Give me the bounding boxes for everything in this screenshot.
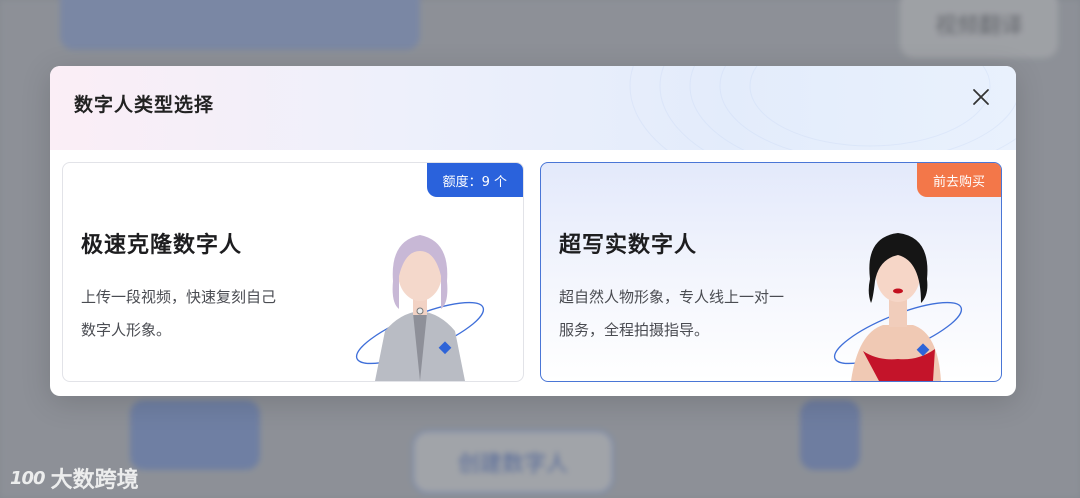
dark-haired-avatar-image <box>833 233 963 381</box>
quota-badge: 额度：9 个 <box>426 163 523 197</box>
logo-text: 大数跨境 <box>50 468 139 493</box>
card-title: 超写实数字人 <box>559 232 698 258</box>
card-description-line: 数字人形象。 <box>81 321 172 339</box>
card-hyper-realistic[interactable]: 前去购买 超写实数字人 超自然人物形象，专人线上一对一 服务，全程拍摄指导。 <box>540 162 1002 382</box>
card-title: 极速克隆数字人 <box>81 232 243 258</box>
logo-mark: 100 <box>10 467 46 489</box>
dialog-header: 数字人类型选择 <box>50 66 1016 150</box>
brand-logo: 100 大数跨境 <box>10 462 139 494</box>
close-icon[interactable] <box>970 86 992 108</box>
card-description: 上传一段视频，快速复刻自己 数字人形象。 <box>81 281 321 347</box>
card-description-line: 服务，全程拍摄指导。 <box>559 321 710 339</box>
card-description: 超自然人物形象，专人线上一对一 服务，全程拍摄指导。 <box>559 281 829 347</box>
card-fast-clone[interactable]: 额度：9 个 极速克隆数字人 上传一段视频，快速复刻自己 数字人形象。 <box>62 162 524 382</box>
buy-badge-button[interactable]: 前去购买 <box>916 163 1001 197</box>
card-description-line: 上传一段视频，快速复刻自己 <box>81 288 277 306</box>
card-description-line: 超自然人物形象，专人线上一对一 <box>559 288 785 306</box>
silver-haired-avatar-image <box>355 235 485 381</box>
dialog-title: 数字人类型选择 <box>74 94 215 116</box>
digital-human-type-dialog: 数字人类型选择 额度：9 个 极速克隆数字人 上传一段视频，快速复刻自己 数字人… <box>50 66 1016 396</box>
